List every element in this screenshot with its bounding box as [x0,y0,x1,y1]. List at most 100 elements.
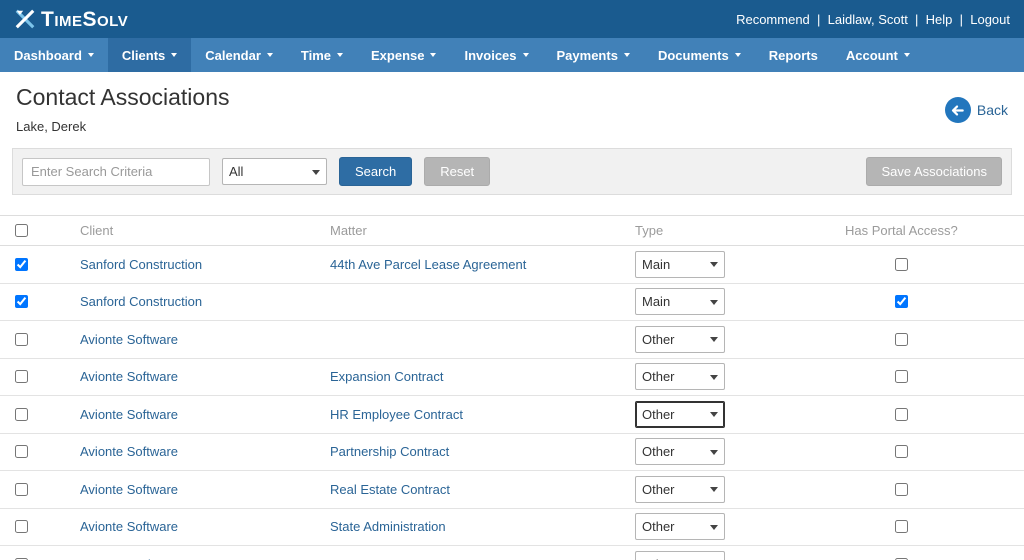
search-panel: All Search Reset Save Associations [12,148,1012,195]
row-select-checkbox[interactable] [15,483,28,496]
nav-item-time[interactable]: Time [287,38,357,72]
portal-access-checkbox[interactable] [895,333,908,346]
nav-item-label: Calendar [205,48,261,63]
row-select-checkbox[interactable] [15,258,28,271]
matter-link[interactable]: Partnership Contract [330,444,449,459]
nav-item-label: Time [301,48,331,63]
chevron-down-icon [88,53,94,57]
chevron-down-icon [904,53,910,57]
logo-text: TimeSolv [41,9,128,30]
type-select-wrap: Main [635,251,725,278]
nav-item-label: Reports [769,48,818,63]
topbar-link[interactable]: Logout [952,12,1010,27]
main-nav: Dashboard Clients Calendar Time Expense Invoi… [0,38,1024,72]
type-select[interactable]: Other [635,438,725,465]
type-select-wrap: Other [635,551,725,560]
portal-access-checkbox[interactable] [895,370,908,383]
client-link[interactable]: Avionte Software [80,407,178,422]
nav-item-clients[interactable]: Clients [108,38,191,72]
reset-button[interactable]: Reset [424,157,490,186]
type-select-wrap: Other [635,363,725,390]
client-link[interactable]: Sanford Construction [80,257,202,272]
column-header-matter: Matter [330,223,635,238]
type-select-wrap: Other [635,401,725,428]
table-body: Sanford Construction 44th Ave Parcel Leas… [0,246,1024,560]
nav-item-reports[interactable]: Reports [755,38,832,72]
back-button[interactable]: Back [945,86,1008,134]
type-select[interactable]: Other [635,551,725,560]
type-select[interactable]: Other [635,401,725,428]
nav-item-label: Invoices [464,48,516,63]
type-select[interactable]: Main [635,251,725,278]
portal-access-checkbox[interactable] [895,445,908,458]
chevron-down-icon [624,53,630,57]
topbar-link[interactable]: Laidlaw, Scott [810,12,908,27]
chevron-down-icon [523,53,529,57]
type-select[interactable]: Other [635,326,725,353]
matter-link[interactable]: 44th Ave Parcel Lease Agreement [330,257,526,272]
type-select-wrap: Other [635,438,725,465]
back-label: Back [977,102,1008,118]
top-bar: TimeSolv RecommendLaidlaw, ScottHelpLogo… [0,0,1024,38]
chevron-down-icon [337,53,343,57]
nav-item-label: Documents [658,48,729,63]
portal-access-checkbox[interactable] [895,408,908,421]
matter-link[interactable]: HR Employee Contract [330,407,463,422]
row-select-checkbox[interactable] [15,295,28,308]
type-select[interactable]: Main [635,288,725,315]
row-select-checkbox[interactable] [15,445,28,458]
row-select-checkbox[interactable] [15,520,28,533]
topbar-link[interactable]: Recommend [736,12,810,27]
table-row: Avionte Software Other [0,321,1024,359]
type-select-wrap: Other [635,326,725,353]
topbar-link[interactable]: Help [908,12,953,27]
page-title: Contact Associations [16,84,230,111]
column-header-client: Client [80,223,330,238]
chevron-down-icon [267,53,273,57]
client-link[interactable]: Avionte Software [80,444,178,459]
client-link[interactable]: Avionte Software [80,369,178,384]
portal-access-checkbox[interactable] [895,295,908,308]
portal-access-checkbox[interactable] [895,483,908,496]
nav-item-account[interactable]: Account [832,38,924,72]
table-row: Barry KruschOther [0,546,1024,560]
row-select-checkbox[interactable] [15,408,28,421]
type-select[interactable]: Other [635,363,725,390]
client-link[interactable]: Sanford Construction [80,294,202,309]
topbar-links: RecommendLaidlaw, ScottHelpLogout [736,12,1010,27]
portal-access-checkbox[interactable] [895,520,908,533]
table-header-row: Client Matter Type Has Portal Access? [0,215,1024,246]
search-button[interactable]: Search [339,157,412,186]
client-link[interactable]: Avionte Software [80,482,178,497]
column-header-portal-access: Has Portal Access? [845,223,1024,238]
matter-link[interactable]: Real Estate Contract [330,482,450,497]
page-header: Contact Associations Lake, Derek Back [0,72,1024,144]
table-row: Avionte Software Partnership Contract Othe… [0,434,1024,472]
chevron-down-icon [735,53,741,57]
nav-item-payments[interactable]: Payments [543,38,644,72]
save-associations-button[interactable]: Save Associations [866,157,1002,186]
type-select[interactable]: Other [635,513,725,540]
nav-item-documents[interactable]: Documents [644,38,755,72]
search-input[interactable] [22,158,210,186]
type-select-wrap: Other [635,513,725,540]
matter-link[interactable]: State Administration [330,519,446,534]
nav-item-invoices[interactable]: Invoices [450,38,542,72]
portal-access-checkbox[interactable] [895,258,908,271]
timesolv-logo[interactable]: TimeSolv [14,8,128,30]
row-select-checkbox[interactable] [15,370,28,383]
matter-link[interactable]: Expansion Contract [330,369,443,384]
type-select[interactable]: Other [635,476,725,503]
client-link[interactable]: Avionte Software [80,519,178,534]
table-row: Avionte Software Expansion Contract Other [0,359,1024,397]
filter-select[interactable]: All [222,158,327,185]
select-all-checkbox[interactable] [15,224,28,237]
nav-item-expense[interactable]: Expense [357,38,450,72]
client-link[interactable]: Avionte Software [80,332,178,347]
table-row: Avionte Software Real Estate Contract Othe… [0,471,1024,509]
row-select-checkbox[interactable] [15,333,28,346]
nav-item-calendar[interactable]: Calendar [191,38,287,72]
nav-item-label: Clients [122,48,165,63]
nav-item-dashboard[interactable]: Dashboard [0,38,108,72]
chevron-down-icon [171,53,177,57]
